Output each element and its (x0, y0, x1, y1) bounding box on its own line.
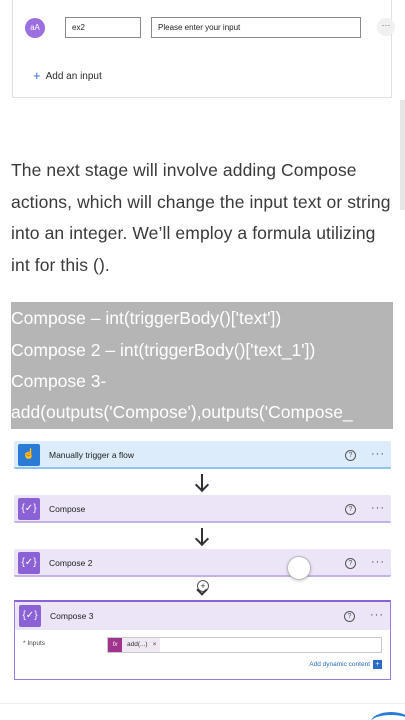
scrollbar[interactable] (400, 100, 405, 210)
floating-button-edge[interactable] (371, 712, 405, 720)
compose-2-step[interactable]: {✓} Compose 2 ? ··· (14, 549, 391, 577)
add-input-button[interactable]: + Add an input (33, 68, 102, 83)
remove-token-icon[interactable]: × (153, 641, 157, 648)
input-name-field[interactable]: ex2 (65, 17, 141, 38)
article-paragraph: The next stage will involve adding Compo… (11, 160, 391, 275)
compose-3-header[interactable]: {✓} Compose 3 ? ··· (15, 602, 390, 630)
help-icon[interactable]: ? (345, 450, 356, 461)
inputs-field[interactable]: fx add(...) × (107, 637, 382, 653)
help-icon[interactable]: ? (345, 504, 356, 515)
down-arrow-icon (196, 584, 208, 600)
step-more-button[interactable]: ··· (371, 495, 385, 521)
compose-3-step-label: Compose 3 (50, 611, 94, 621)
step-more-button[interactable]: ··· (370, 602, 384, 628)
text-input-type-icon: aA (25, 18, 45, 38)
formula-code-block: Compose – int(triggerBody()['text']) Com… (11, 302, 393, 429)
input-value-field[interactable]: Please enter your input (151, 17, 361, 38)
manual-trigger-icon: ☝ (18, 444, 40, 466)
plus-icon: + (33, 68, 41, 83)
help-icon[interactable]: ? (344, 611, 355, 622)
token-text: add(...) (127, 641, 148, 648)
code-line-add: add(outputs('Compose'),outputs('Compose_ (11, 402, 353, 422)
data-operation-icon: {✓} (18, 498, 40, 520)
compose-step-label: Compose (49, 504, 86, 514)
compose-2-step-label: Compose 2 (49, 558, 93, 568)
plus-icon: + (373, 660, 382, 669)
step-more-button[interactable]: ··· (371, 441, 385, 467)
data-operation-icon: {✓} (18, 552, 40, 574)
add-input-label: Add an input (45, 71, 102, 82)
down-arrow-icon (194, 474, 210, 496)
trigger-step[interactable]: ☝ Manually trigger a flow ? ··· (14, 441, 391, 469)
trigger-step-label: Manually trigger a flow (49, 450, 135, 460)
trigger-input-card: aA ex2 Please enter your input ··· + Add … (12, 0, 395, 98)
touch-cursor (287, 556, 311, 580)
code-line-compose-3: Compose 3- (11, 371, 107, 391)
compose-3-card: {✓} Compose 3 ? ··· * Inputs fx add(...) ×… (14, 600, 391, 680)
step-more-button[interactable]: ··· (371, 549, 385, 575)
compose-step[interactable]: {✓} Compose ? ··· (14, 495, 391, 523)
inputs-label: * Inputs (23, 640, 46, 647)
down-arrow-icon (194, 528, 210, 550)
code-line-compose: Compose – int(triggerBody()['text']) (11, 308, 282, 328)
expression-icon: fx (108, 638, 122, 652)
code-line-compose-2: Compose 2 – int(triggerBody()['text_1']) (11, 340, 316, 360)
add-dynamic-content-link[interactable]: Add dynamic content + (309, 660, 382, 669)
input-row: aA ex2 Please enter your input ··· (25, 16, 395, 40)
page: aA ex2 Please enter your input ··· + Add … (0, 0, 405, 720)
input-more-button[interactable]: ··· (377, 18, 395, 36)
data-operation-icon: {✓} (19, 605, 41, 627)
divider (0, 703, 405, 704)
help-icon[interactable]: ? (345, 558, 356, 569)
add-dynamic-content-label: Add dynamic content (309, 661, 370, 668)
flow-designer: ☝ Manually trigger a flow ? ··· {✓} Comp… (13, 440, 392, 685)
expression-token[interactable]: fx add(...) × (108, 638, 161, 652)
